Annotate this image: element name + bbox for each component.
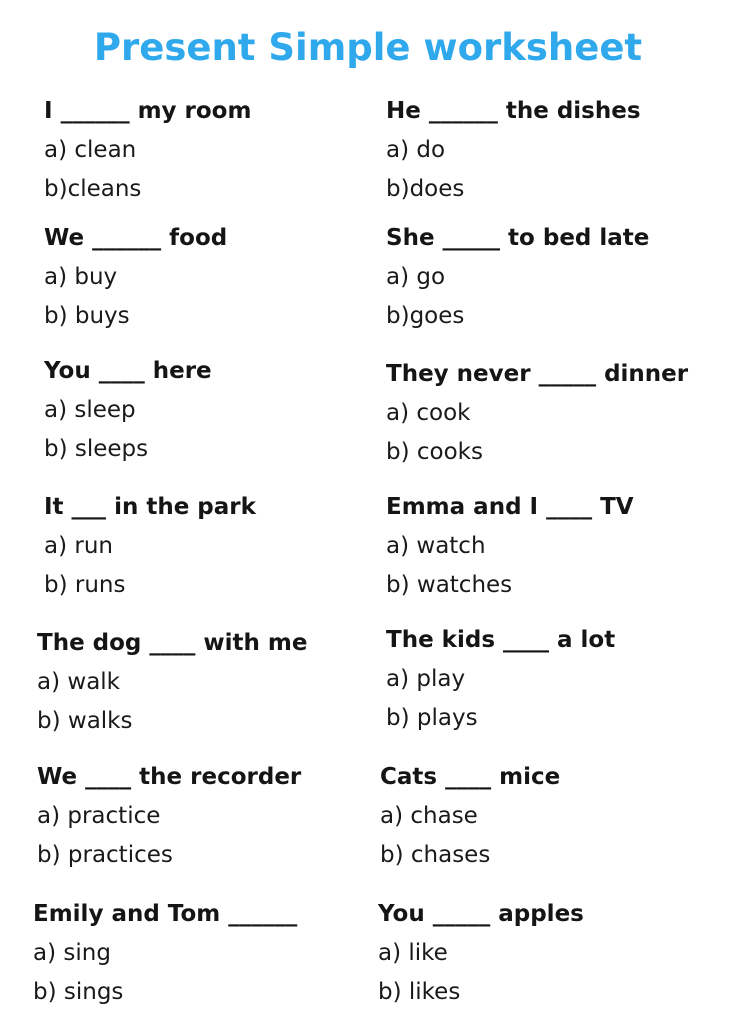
option-b: b)goes xyxy=(386,303,465,329)
option-b: b)cleans xyxy=(44,176,142,202)
question-stem: I ______ my room xyxy=(44,98,252,124)
option-a: a) practice xyxy=(37,803,161,829)
question-10: The kids ____ a lot a) play b) plays xyxy=(386,625,736,733)
option-b: b) chases xyxy=(380,842,491,868)
option-a: a) clean xyxy=(44,137,137,163)
option-a: a) like xyxy=(378,940,448,966)
option-a: a) cook xyxy=(386,400,471,426)
worksheet-title: Present Simple worksheet xyxy=(93,26,643,69)
option-b: b) likes xyxy=(378,979,461,1005)
option-b: b) walks xyxy=(37,708,133,734)
option-a: a) sing xyxy=(33,940,111,966)
question-2: He ______ the dishes a) do b)does xyxy=(386,96,736,204)
question-stem: The kids ____ a lot xyxy=(386,627,616,653)
question-5: You ____ here a) sleep b) sleeps xyxy=(44,356,394,464)
option-b: b) practices xyxy=(37,842,173,868)
option-b: b) plays xyxy=(386,705,478,731)
option-a: a) watch xyxy=(386,533,486,559)
question-7: It ___ in the park a) run b) runs xyxy=(44,492,394,600)
option-b: b) sleeps xyxy=(44,436,149,462)
question-stem: We ______ food xyxy=(44,225,228,251)
option-b: b) sings xyxy=(33,979,124,1005)
question-stem: He ______ the dishes xyxy=(386,98,641,124)
option-a: a) play xyxy=(386,666,466,692)
option-a: a) buy xyxy=(44,264,118,290)
question-13: Emily and Tom ______ a) sing b) sings xyxy=(33,899,383,1007)
question-8: Emma and I ____ TV a) watch b) watches xyxy=(386,492,736,600)
option-a: a) do xyxy=(386,137,446,163)
question-stem: Cats ____ mice xyxy=(380,764,561,790)
option-b: b) cooks xyxy=(386,439,483,465)
question-3: We ______ food a) buy b) buys xyxy=(44,223,394,331)
option-a: a) sleep xyxy=(44,397,136,423)
option-a: a) go xyxy=(386,264,446,290)
question-stem: It ___ in the park xyxy=(44,494,256,520)
question-stem: Emma and I ____ TV xyxy=(386,494,634,520)
question-stem: The dog ____ with me xyxy=(37,630,308,656)
question-11: We ____ the recorder a) practice b) prac… xyxy=(37,762,387,870)
option-b: b) runs xyxy=(44,572,126,598)
option-a: a) run xyxy=(44,533,113,559)
option-a: a) chase xyxy=(380,803,478,829)
question-9: The dog ____ with me a) walk b) walks xyxy=(37,628,387,736)
question-4: She _____ to bed late a) go b)goes xyxy=(386,223,736,331)
question-stem: Emily and Tom ______ xyxy=(33,901,298,927)
question-stem: She _____ to bed late xyxy=(386,225,650,251)
question-1: I ______ my room a) clean b)cleans xyxy=(44,96,394,204)
option-b: b)does xyxy=(386,176,465,202)
option-b: b) buys xyxy=(44,303,130,329)
question-6: They never _____ dinner a) cook b) cooks xyxy=(386,359,736,467)
question-stem: You ____ here xyxy=(44,358,212,384)
question-stem: We ____ the recorder xyxy=(37,764,302,790)
question-14: You _____ apples a) like b) likes xyxy=(378,899,728,1007)
option-a: a) walk xyxy=(37,669,120,695)
question-stem: They never _____ dinner xyxy=(386,361,689,387)
option-b: b) watches xyxy=(386,572,513,598)
question-stem: You _____ apples xyxy=(378,901,584,927)
question-12: Cats ____ mice a) chase b) chases xyxy=(380,762,730,870)
